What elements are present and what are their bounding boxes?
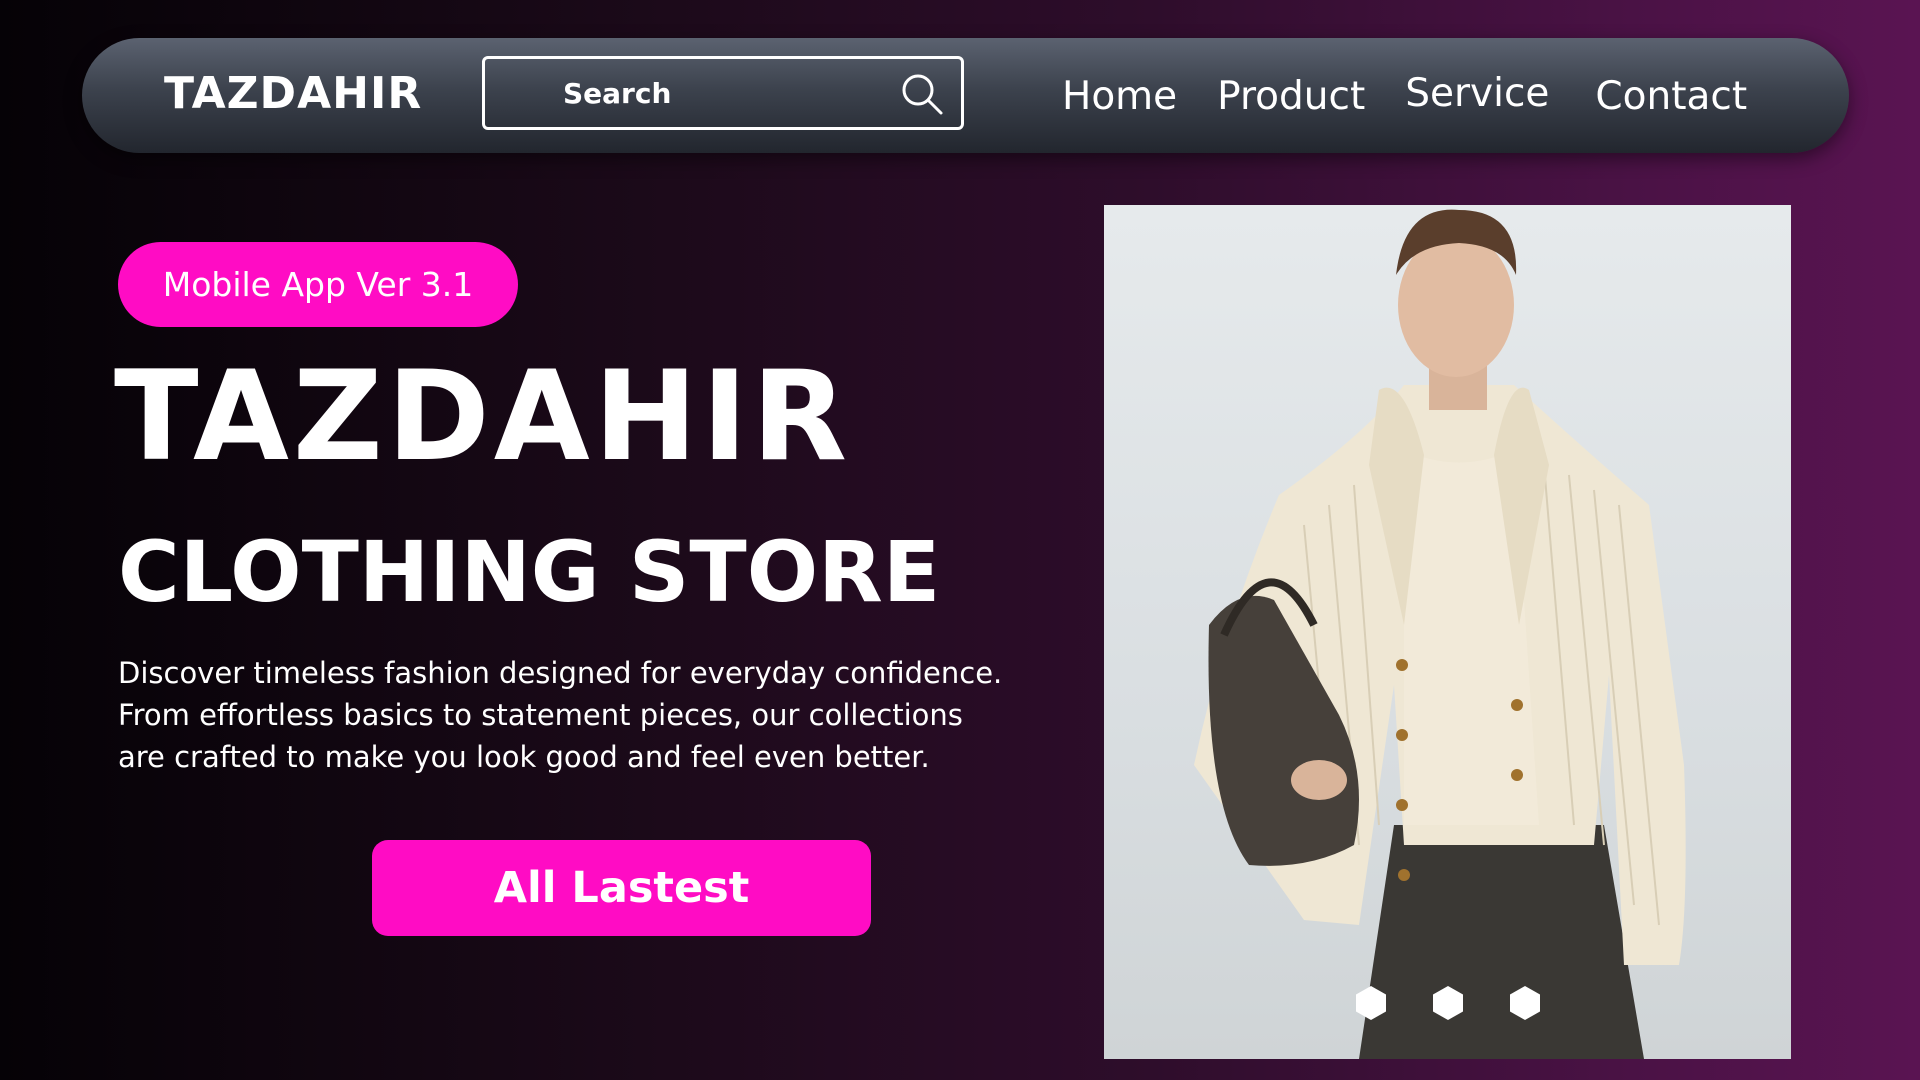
hero-title: TAZDAHIR [114, 345, 852, 489]
hero-description-line: From effortless basics to statement piec… [118, 698, 963, 732]
hero-description: Discover timeless fashion designed for e… [118, 652, 1038, 778]
hero-description-line: Discover timeless fashion designed for e… [118, 656, 1003, 690]
version-badge: Mobile App Ver 3.1 [118, 242, 518, 327]
search-input[interactable] [563, 75, 883, 111]
model-illustration [1194, 209, 1686, 1059]
hero-description-line: are crafted to make you look good and fe… [118, 740, 930, 774]
all-latest-button[interactable]: All Lastest [372, 840, 871, 936]
hero-subtitle: CLOTHING STORE [118, 523, 941, 621]
search-bar[interactable] [482, 56, 964, 130]
brand-logo-text[interactable]: TAZDAHIR [164, 68, 422, 121]
nav-link-service[interactable]: Service [1405, 71, 1549, 116]
hero-product-image [1104, 205, 1791, 1059]
nav-link-home[interactable]: Home [1062, 74, 1177, 119]
carousel-dots [1354, 985, 1564, 1025]
nav-link-product[interactable]: Product [1217, 74, 1365, 119]
main-nav: Home Product Service Contact [1062, 66, 1747, 126]
top-navbar: TAZDAHIR Home Product Service Contact [82, 38, 1849, 153]
search-icon[interactable] [899, 71, 945, 117]
nav-link-contact[interactable]: Contact [1595, 74, 1747, 119]
carousel-dot-3[interactable] [1508, 985, 1542, 1021]
carousel-dot-1[interactable] [1354, 985, 1388, 1021]
carousel-dot-2[interactable] [1431, 985, 1465, 1021]
